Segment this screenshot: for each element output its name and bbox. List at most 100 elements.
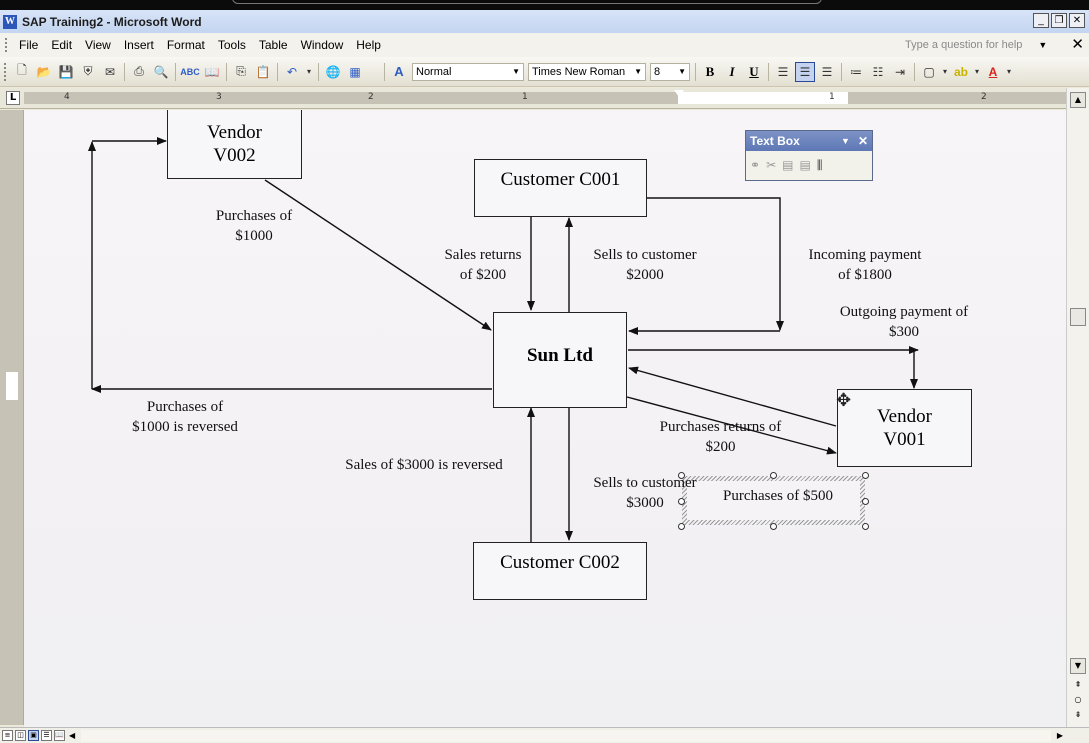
create-link-icon[interactable]: ⚭	[750, 158, 760, 172]
right-indent-marker-icon[interactable]	[817, 95, 827, 103]
toolbar-close-icon[interactable]: ✕	[858, 134, 868, 148]
vendor-v002-box[interactable]: Vendor V002	[167, 110, 302, 179]
normal-view-icon[interactable]: ≡	[2, 730, 13, 741]
toolbar-grip[interactable]	[4, 62, 7, 81]
numbering-icon[interactable]: ≔	[846, 62, 866, 82]
chevron-down-icon[interactable]: ▼	[678, 67, 686, 76]
resize-handle[interactable]	[770, 523, 777, 530]
sun-ltd-box[interactable]: Sun Ltd	[493, 312, 627, 408]
restore-button[interactable]: ❐	[1051, 13, 1067, 28]
bullets-icon[interactable]: ☷	[868, 62, 888, 82]
email-icon[interactable]: ✉	[100, 62, 120, 82]
label-purchases-1000-reversed[interactable]: Purchases of $1000 is reversed	[120, 397, 250, 437]
next-page-icon[interactable]: ⇟	[1070, 708, 1086, 724]
web-layout-icon[interactable]: ◫	[15, 730, 26, 741]
break-link-icon[interactable]: ✂	[766, 158, 776, 172]
font-select[interactable]: Times New Roman ▼	[528, 62, 646, 81]
copy-icon[interactable]: ⎘	[231, 62, 251, 82]
font-color-icon[interactable]: A	[983, 62, 1003, 82]
word-app-icon[interactable]: W	[3, 14, 17, 29]
label-purchases-returns-200[interactable]: Purchases returns of $200	[648, 417, 793, 457]
borders-icon[interactable]: ▢	[919, 62, 939, 82]
vendor-v001-box[interactable]: Vendor V001	[837, 389, 972, 467]
menu-grip[interactable]	[5, 38, 8, 52]
reading-layout-icon[interactable]: 📖	[54, 730, 65, 741]
scroll-down-icon[interactable]: ▼	[1070, 658, 1086, 674]
table-icon[interactable]: ▦	[345, 62, 365, 82]
horizontal-ruler[interactable]: L 4 3 2 1 1 2	[0, 88, 1089, 109]
menu-tools[interactable]: Tools	[213, 38, 254, 52]
horizontal-scrollbar[interactable]	[81, 729, 1051, 742]
previous-textbox-icon[interactable]: ▤	[782, 158, 793, 172]
close-document-icon[interactable]: ✕	[1071, 35, 1084, 53]
change-text-direction-icon[interactable]: ⫼	[817, 158, 823, 173]
close-button[interactable]: ✕	[1069, 13, 1085, 28]
ask-question-placeholder[interactable]: Type a question for help	[905, 39, 1022, 51]
label-purchases-1000[interactable]: Purchases of $1000	[194, 206, 314, 246]
customer-c002-box[interactable]: Customer C002	[473, 542, 647, 600]
align-right-icon[interactable]: ☰	[817, 62, 837, 82]
previous-page-icon[interactable]: ⇞	[1070, 678, 1086, 694]
highlight-icon[interactable]: ab	[951, 62, 971, 82]
borders-dropdown-icon[interactable]: ▾	[941, 62, 949, 82]
menu-format[interactable]: Format	[162, 38, 213, 52]
scroll-up-icon[interactable]: ▲	[1070, 92, 1086, 108]
new-document-icon[interactable]: 🗋	[12, 62, 32, 82]
menu-view[interactable]: View	[80, 38, 119, 52]
scroll-thumb[interactable]	[1070, 308, 1086, 326]
tab-selector[interactable]: L	[6, 91, 20, 105]
style-select[interactable]: Normal ▼	[412, 62, 524, 81]
label-sales-returns-200[interactable]: Sales returns of $200	[430, 245, 536, 285]
print-icon[interactable]: ⎙	[129, 62, 149, 82]
permission-icon[interactable]: ⛨	[78, 62, 98, 82]
text-box-toolbar[interactable]: Text Box ▼ ✕ ⚭ ✂ ▤ ▤ ⫼	[745, 130, 873, 181]
bold-button[interactable]: B	[700, 62, 720, 82]
spelling-icon[interactable]: ABC	[180, 62, 200, 82]
outline-view-icon[interactable]: ☰	[41, 730, 52, 741]
chevron-down-icon[interactable]: ▼	[634, 67, 642, 76]
label-sales-3000-reversed[interactable]: Sales of $3000 is reversed	[330, 455, 518, 475]
italic-button[interactable]: I	[722, 62, 742, 82]
select-browse-object-icon[interactable]: ○	[1070, 693, 1086, 709]
ask-question-box[interactable]: Type a question for help ▼	[905, 36, 1061, 54]
indent-icon[interactable]: ⇥	[890, 62, 910, 82]
highlight-dropdown-icon[interactable]: ▾	[973, 62, 981, 82]
font-color-dropdown-icon[interactable]: ▾	[1005, 62, 1013, 82]
menu-edit[interactable]: Edit	[46, 38, 80, 52]
scroll-right-icon[interactable]: ▶	[1057, 731, 1063, 740]
styles-icon[interactable]: A	[389, 62, 409, 82]
undo-icon[interactable]: ↶	[282, 62, 302, 82]
resize-handle[interactable]	[862, 472, 869, 479]
undo-dropdown-icon[interactable]: ▾	[304, 62, 314, 82]
label-sells-3000[interactable]: Sells to customer $3000	[579, 473, 711, 513]
menu-file[interactable]: File	[14, 38, 46, 52]
chevron-down-icon[interactable]: ▼	[1038, 40, 1047, 50]
print-layout-icon[interactable]: ▣	[28, 730, 39, 741]
hyperlink-icon[interactable]: 🌐	[323, 62, 343, 82]
paste-icon[interactable]: 📋	[253, 62, 273, 82]
minimize-button[interactable]: _	[1033, 13, 1049, 28]
customer-c001-box[interactable]: Customer C001	[474, 159, 647, 217]
resize-handle[interactable]	[862, 498, 869, 505]
chevron-down-icon[interactable]: ▼	[512, 67, 520, 76]
resize-handle[interactable]	[770, 472, 777, 479]
resize-handle[interactable]	[862, 523, 869, 530]
label-purchases-500[interactable]: Purchases of $500	[697, 486, 859, 506]
label-incoming-1800[interactable]: Incoming payment of $1800	[790, 245, 940, 285]
align-left-icon[interactable]: ☰	[773, 62, 793, 82]
menu-help[interactable]: Help	[351, 38, 389, 52]
align-center-icon[interactable]: ☰	[795, 61, 815, 82]
menu-table[interactable]: Table	[254, 38, 296, 52]
print-preview-icon[interactable]: 🔍	[151, 62, 171, 82]
indent-marker-icon[interactable]	[674, 90, 684, 97]
open-folder-icon[interactable]: 📂	[34, 62, 54, 82]
document-page[interactable]: Vendor V002 Customer C001 Sun Ltd Vendor…	[24, 110, 1066, 727]
scroll-left-icon[interactable]: ◀	[69, 731, 75, 740]
label-outgoing-300[interactable]: Outgoing payment of $300	[822, 302, 986, 342]
vertical-scrollbar[interactable]: ▲ ▼ ⇞ ○ ⇟	[1066, 88, 1089, 727]
menu-insert[interactable]: Insert	[119, 38, 162, 52]
label-sells-2000[interactable]: Sells to customer $2000	[579, 245, 711, 285]
research-icon[interactable]: 📖	[202, 62, 222, 82]
vertical-ruler[interactable]	[0, 110, 24, 725]
menu-window[interactable]: Window	[296, 38, 352, 52]
